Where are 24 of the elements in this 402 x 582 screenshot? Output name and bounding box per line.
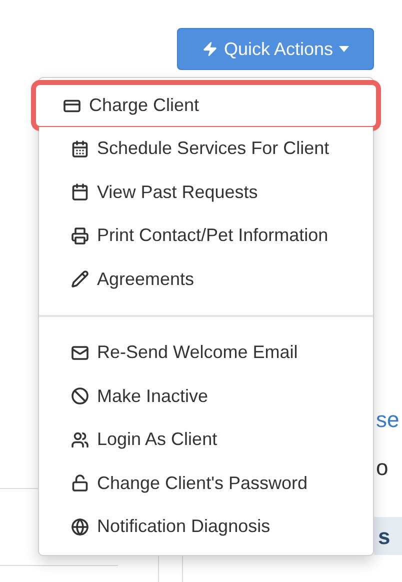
printer-icon <box>71 226 89 245</box>
calendar-icon <box>71 183 89 202</box>
envelope-icon <box>71 344 89 362</box>
pencil-icon <box>71 270 89 288</box>
menu-item[interactable]: Change Client's Password <box>39 462 373 505</box>
menu-item[interactable]: View Past Requests <box>39 170 373 214</box>
link-text[interactable]: se <box>376 405 400 435</box>
prohibited-icon <box>71 387 89 406</box>
caret-icon <box>339 46 350 52</box>
menu-item[interactable]: Charge Client <box>31 80 381 131</box>
body-text: o <box>376 454 390 482</box>
section-heading: s <box>374 517 402 555</box>
menu-item[interactable]: Notification Diagnosis <box>39 505 373 548</box>
users-icon <box>71 430 89 449</box>
menu-item[interactable]: Agreements <box>39 258 373 301</box>
menu-item[interactable]: Schedule Services For Client <box>39 127 373 170</box>
menu-item[interactable]: Login As Client <box>39 418 373 462</box>
menu-item[interactable]: Print Contact/Pet Information <box>39 214 373 258</box>
menu-item[interactable]: Make Inactive <box>39 374 373 418</box>
unlocked-padlock-icon <box>71 474 89 492</box>
globe-icon <box>71 518 89 536</box>
lightning-icon <box>202 41 218 57</box>
menu-item[interactable]: Re-Send Welcome Email <box>39 331 373 374</box>
calendar-icon <box>71 140 89 158</box>
